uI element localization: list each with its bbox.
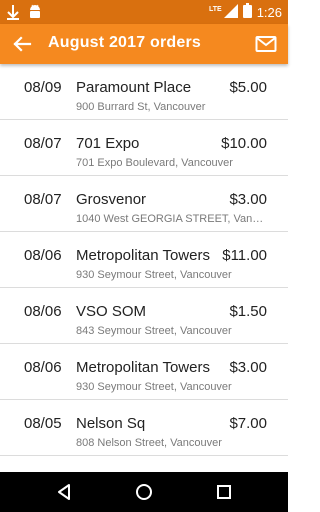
arrow-back-icon[interactable] [10, 32, 34, 56]
order-date: 08/06 [24, 247, 62, 264]
status-bar: LTE 1:26 [0, 0, 288, 24]
system-nav-bar [0, 472, 288, 512]
download-icon [6, 4, 20, 25]
app-bar: August 2017 orders [0, 24, 288, 64]
order-row-partial[interactable] [0, 456, 288, 472]
order-address: 930 Seymour Street, Vancouver [76, 381, 232, 393]
order-price: $1.50 [229, 303, 267, 320]
order-address: 808 Nelson Street, Vancouver [76, 437, 222, 449]
order-date: 08/07 [24, 135, 62, 152]
order-place: 701 Expo [76, 135, 140, 152]
order-address: 1040 West GEORGIA STREET, Vancouver [76, 213, 266, 225]
order-place: Grosvenor [76, 191, 147, 208]
order-row[interactable]: 08/06 Metropolitan Towers $3.00 930 Seym… [0, 344, 288, 400]
order-date: 08/05 [24, 415, 62, 432]
order-price: $11.00 [222, 247, 267, 264]
order-place: VSO SOM [76, 303, 147, 320]
recents-square-icon[interactable] [214, 482, 234, 502]
order-date: 08/07 [24, 191, 62, 208]
mail-icon[interactable] [254, 32, 278, 56]
page-title: August 2017 orders [48, 34, 201, 51]
order-date: 08/09 [24, 79, 62, 96]
order-row[interactable]: 08/05 Nelson Sq $7.00 808 Nelson Street,… [0, 400, 288, 456]
battery-icon [242, 3, 252, 21]
orders-list: 08/09 Paramount Place $5.00 900 Burrard … [0, 64, 288, 472]
order-place: Metropolitan Towers [76, 359, 210, 376]
order-place: Nelson Sq [76, 415, 146, 432]
order-row[interactable]: 08/06 Metropolitan Towers $11.00 930 Sey… [0, 232, 288, 288]
order-row[interactable]: 08/07 Grosvenor $3.00 1040 West GEORGIA … [0, 176, 288, 232]
order-address: 843 Seymour Street, Vancouver [76, 325, 232, 337]
order-price: $3.00 [229, 191, 267, 208]
order-row[interactable]: 08/06 VSO SOM $1.50 843 Seymour Street, … [0, 288, 288, 344]
order-price: $3.00 [229, 359, 267, 376]
order-place: Metropolitan Towers [76, 247, 210, 264]
order-row[interactable]: 08/07 701 Expo $10.00 701 Expo Boulevard… [0, 120, 288, 176]
order-price: $10.00 [221, 135, 267, 152]
signal-icon [223, 3, 238, 21]
lte-icon: LTE [208, 5, 222, 13]
order-place: Paramount Place [76, 79, 192, 96]
android-icon [28, 4, 42, 25]
order-address: 900 Burrard St, Vancouver [76, 101, 206, 113]
home-circle-icon[interactable] [134, 482, 154, 502]
order-date: 08/06 [24, 359, 62, 376]
order-date: 08/06 [24, 303, 62, 320]
order-address: 701 Expo Boulevard, Vancouver [76, 157, 233, 169]
order-price: $7.00 [229, 415, 267, 432]
order-address: 930 Seymour Street, Vancouver [76, 269, 232, 281]
order-row[interactable]: 08/09 Paramount Place $5.00 900 Burrard … [0, 64, 288, 120]
back-triangle-icon[interactable] [54, 482, 74, 502]
clock: 1:26 [256, 4, 282, 20]
order-price: $5.00 [229, 79, 267, 96]
